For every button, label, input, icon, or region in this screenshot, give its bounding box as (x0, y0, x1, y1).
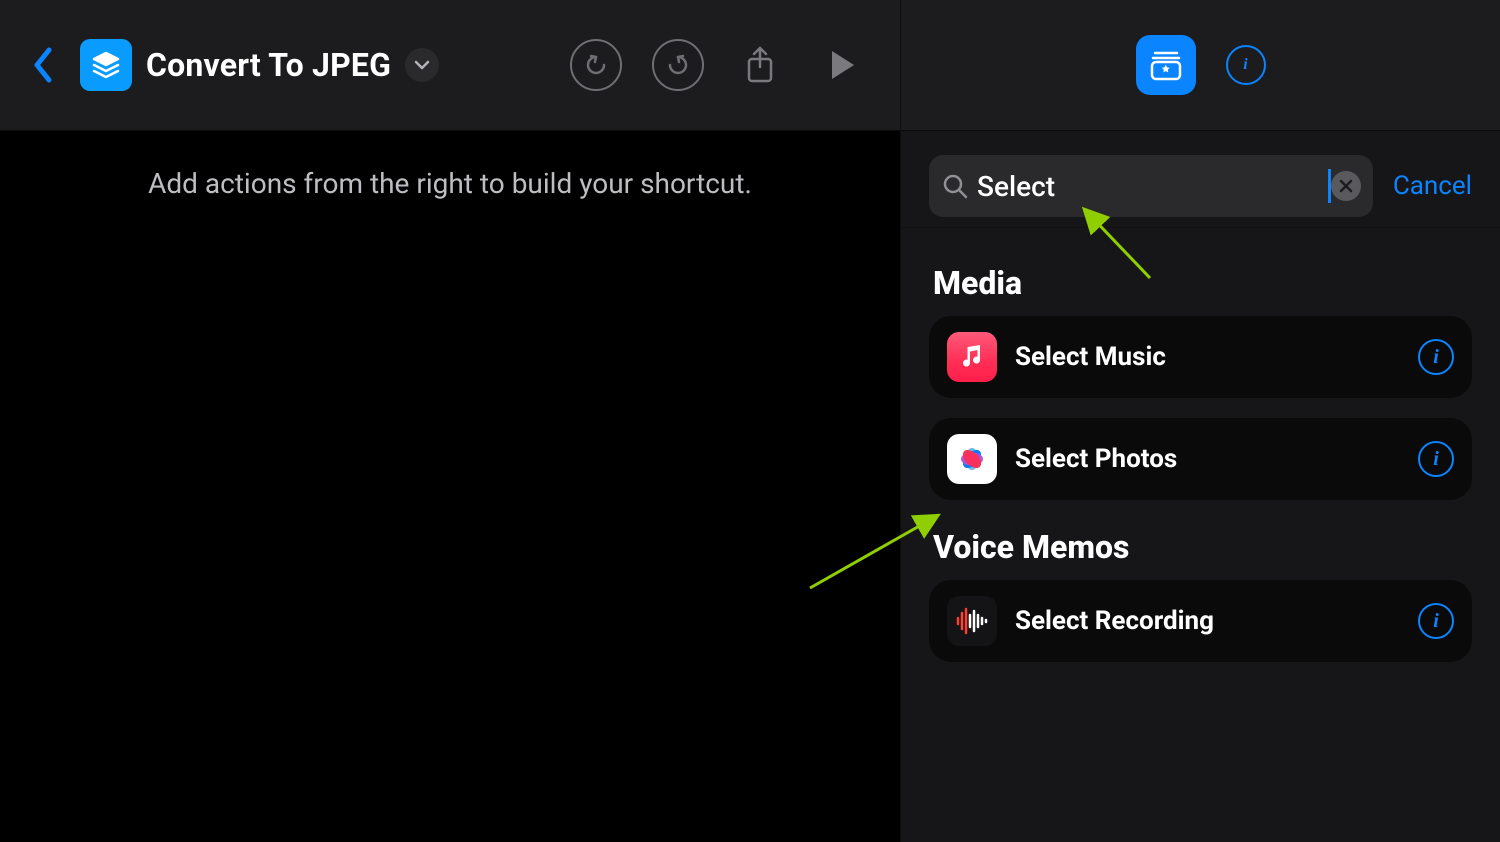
shortcut-info-button[interactable]: i (1226, 45, 1266, 85)
search-row: Select Cancel (901, 130, 1500, 227)
library-sparkle-icon (1149, 48, 1183, 82)
app-root: Convert To JPEG (0, 0, 1500, 842)
voice-memos-app-icon (947, 596, 997, 646)
cancel-search-button[interactable]: Cancel (1393, 171, 1472, 201)
search-field[interactable]: Select (929, 155, 1373, 217)
info-icon: i (1243, 56, 1247, 74)
action-info-button[interactable]: i (1418, 339, 1454, 375)
actions-toolbar: i (901, 0, 1500, 130)
info-icon: i (1433, 346, 1439, 369)
search-input[interactable]: Select (977, 170, 1326, 203)
action-label: Select Music (1015, 342, 1400, 372)
undo-button[interactable] (570, 39, 622, 91)
music-app-icon (947, 332, 997, 382)
title-wrap[interactable]: Convert To JPEG (146, 46, 439, 84)
search-icon (941, 172, 969, 200)
section-header-voice-memos: Voice Memos (933, 528, 1468, 566)
share-icon (743, 45, 777, 85)
action-select-photos[interactable]: Select Photos i (929, 418, 1472, 500)
editor-toolbar: Convert To JPEG (0, 0, 900, 130)
chevron-left-icon (31, 46, 53, 84)
share-button[interactable] (734, 39, 786, 91)
shortcut-app-icon (80, 39, 132, 91)
photos-flower-icon (952, 439, 992, 479)
waveform-icon (952, 601, 992, 641)
actions-library-tab[interactable] (1136, 35, 1196, 95)
action-select-recording[interactable]: Select Recording i (929, 580, 1472, 662)
info-icon: i (1433, 448, 1439, 471)
info-icon: i (1433, 610, 1439, 633)
action-info-button[interactable]: i (1418, 603, 1454, 639)
music-note-icon (958, 343, 986, 371)
toolbar-actions (570, 39, 868, 91)
actions-pane: i Select Cancel (900, 0, 1500, 842)
editor-canvas[interactable]: Add actions from the right to build your… (0, 130, 900, 842)
chevron-down-icon (414, 60, 430, 70)
back-button[interactable] (22, 37, 62, 93)
action-select-music[interactable]: Select Music i (929, 316, 1472, 398)
redo-button[interactable] (652, 39, 704, 91)
undo-icon (583, 52, 609, 78)
clear-search-button[interactable] (1331, 171, 1361, 201)
action-info-button[interactable]: i (1418, 441, 1454, 477)
run-button[interactable] (816, 39, 868, 91)
action-label: Select Photos (1015, 444, 1400, 474)
shortcut-title: Convert To JPEG (146, 46, 391, 84)
section-header-media: Media (933, 264, 1468, 302)
layers-icon (91, 50, 121, 80)
title-menu-button[interactable] (405, 48, 439, 82)
play-icon (827, 48, 857, 82)
empty-hint: Add actions from the right to build your… (148, 167, 752, 200)
results-list[interactable]: Media Select Music i (901, 227, 1500, 710)
action-label: Select Recording (1015, 606, 1400, 636)
photos-app-icon (947, 434, 997, 484)
redo-icon (665, 52, 691, 78)
close-icon (1339, 179, 1353, 193)
editor-pane: Convert To JPEG (0, 0, 900, 842)
